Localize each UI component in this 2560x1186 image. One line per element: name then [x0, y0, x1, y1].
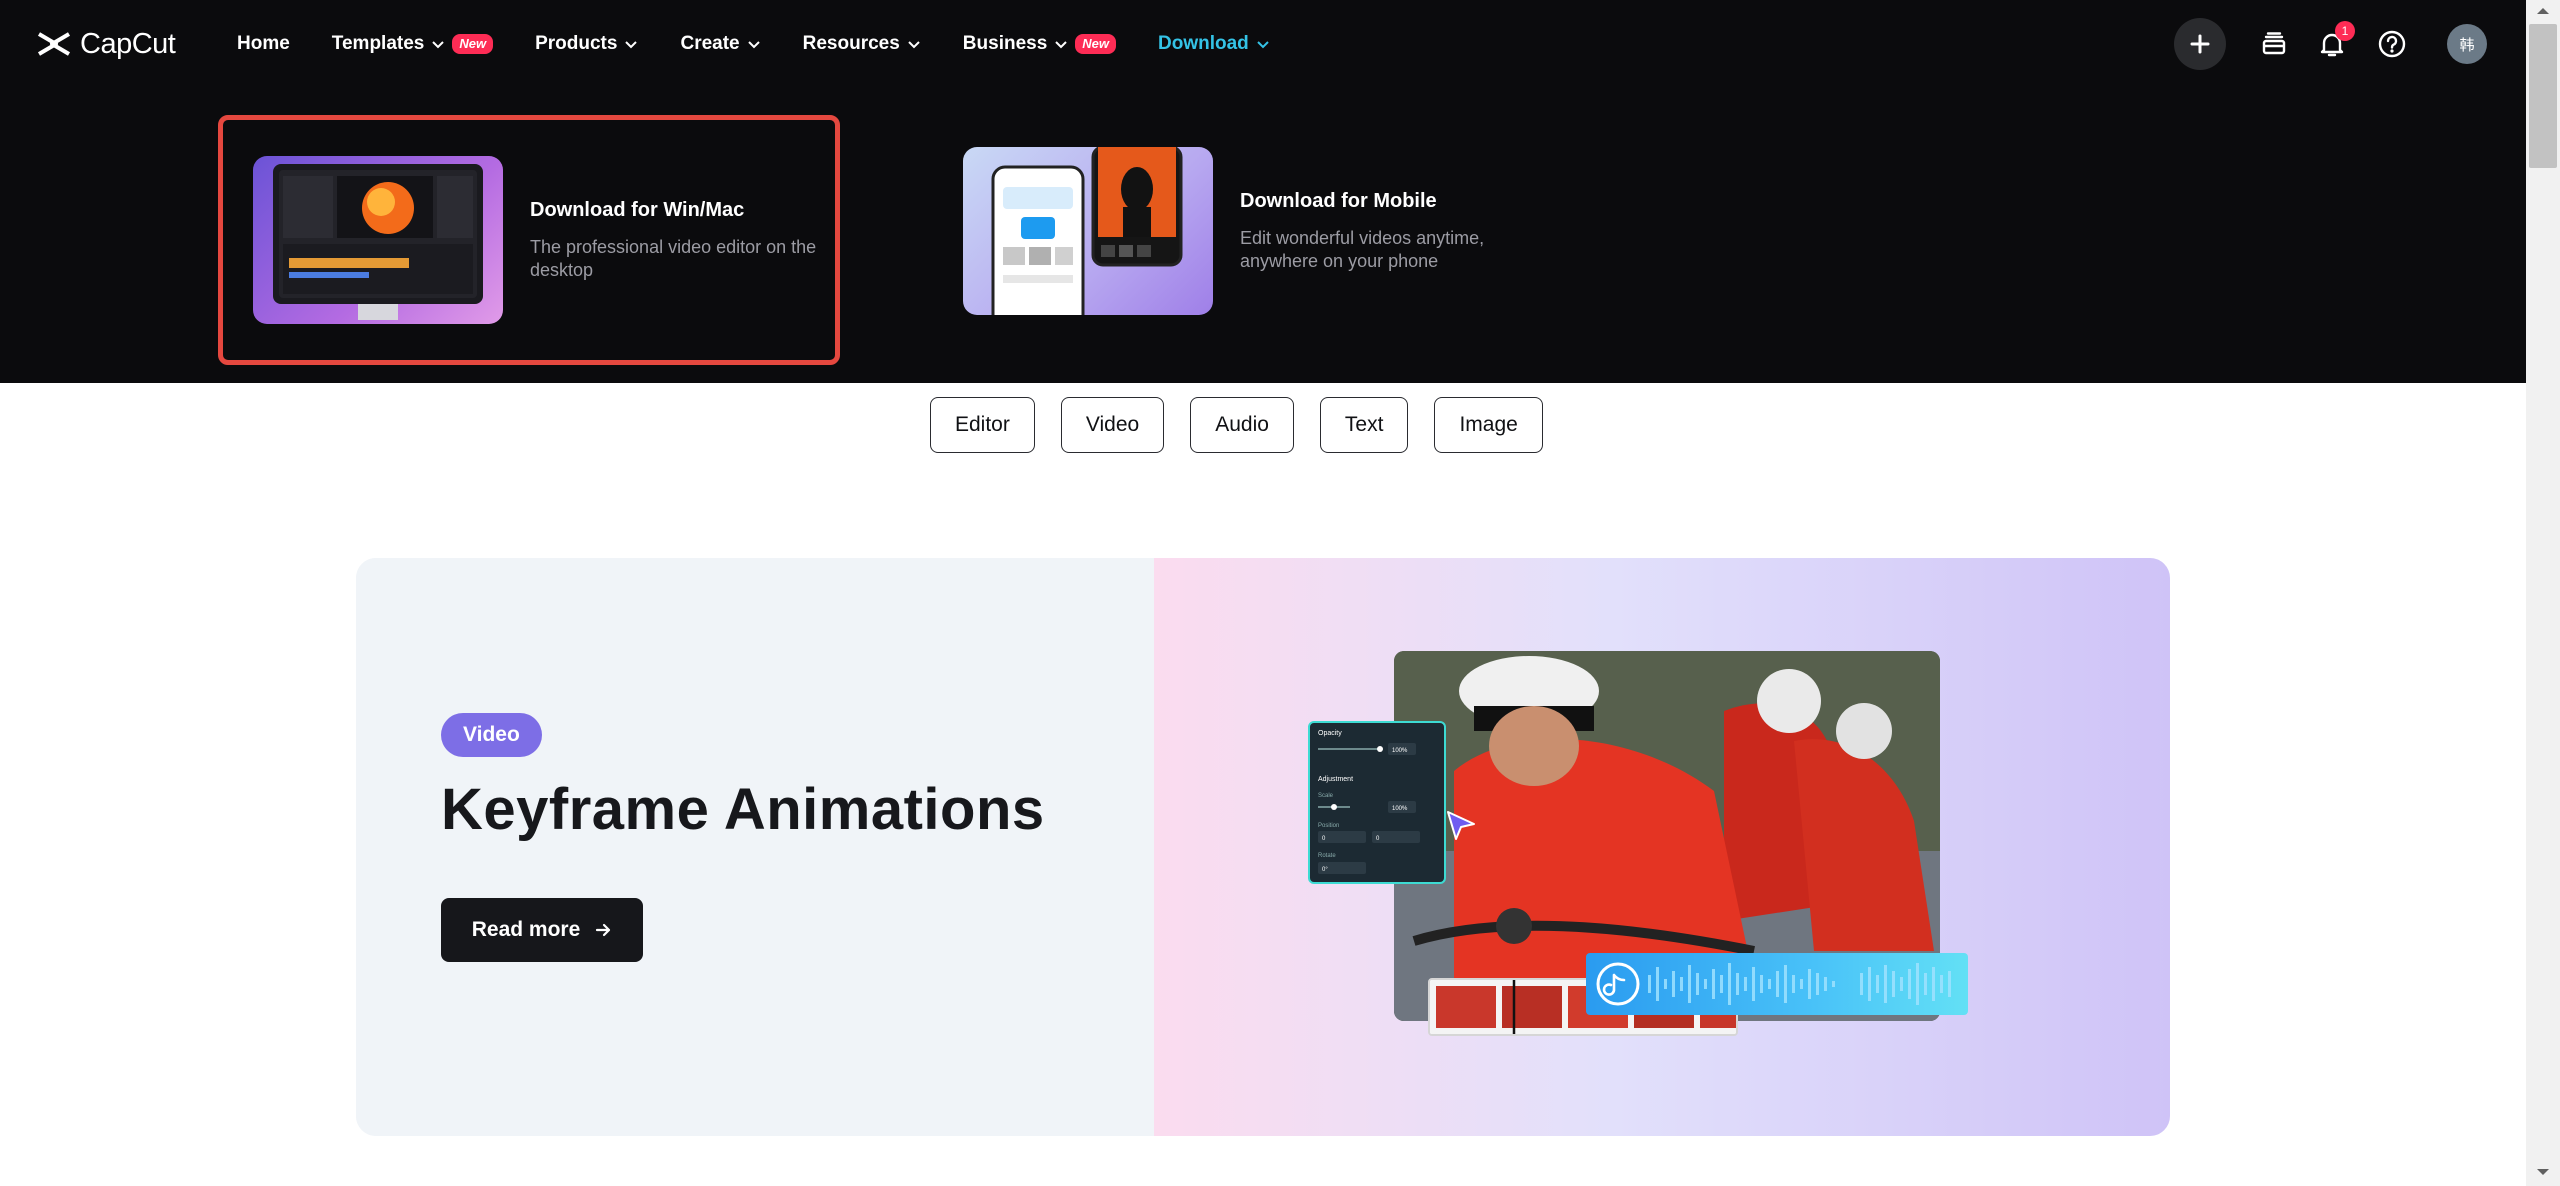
main-nav: Home Templates New Products Create Resou…: [237, 0, 1312, 88]
download-mobile-card[interactable]: Download for Mobile Edit wonderful video…: [963, 147, 1583, 315]
nav-resources-label: Resources: [802, 33, 900, 54]
feature-card: Video Keyframe Animations Read more Opac…: [356, 558, 2170, 1136]
download-mobile-text: Download for Mobile Edit wonderful video…: [1240, 190, 1530, 273]
arrow-right-icon: [596, 923, 611, 937]
nav-create[interactable]: Create: [680, 33, 760, 55]
panel-scale-value: 100%: [1392, 806, 1408, 812]
capcut-logo-icon: [37, 31, 71, 56]
category-tabs: Editor Video Audio Text Image: [930, 397, 1543, 453]
chevron-down-icon: [432, 41, 445, 49]
nav-home-label: Home: [237, 33, 290, 54]
projects-button[interactable]: [2256, 26, 2292, 62]
tab-video[interactable]: Video: [1060, 397, 1165, 453]
feature-text-panel: Video Keyframe Animations Read more: [356, 558, 1154, 1136]
download-win-mac-title: Download for Win/Mac: [530, 198, 745, 221]
cursor-pointer-icon: [1447, 811, 1475, 840]
panel-position-label: Position: [1318, 823, 1339, 829]
nav-home[interactable]: Home: [237, 33, 290, 55]
new-badge: New: [452, 34, 494, 54]
scrollbar-thumb[interactable]: [2529, 24, 2557, 168]
panel-opacity-value: 100%: [1392, 748, 1408, 754]
download-win-mac-desc: The professional video editor on the des…: [530, 236, 817, 280]
download-mobile-desc: Edit wonderful videos anytime, anywhere …: [1240, 227, 1485, 271]
nav-products[interactable]: Products: [535, 33, 638, 55]
read-more-label: Read more: [471, 918, 581, 941]
panel-rotate-value: 0°: [1322, 867, 1328, 873]
plus-icon: [2190, 34, 2210, 54]
stack-icon: [2262, 32, 2286, 55]
panel-scale-label: Scale: [1318, 793, 1334, 799]
nav-templates[interactable]: Templates New: [331, 33, 494, 55]
capcut-logo[interactable]: CapCut: [36, 28, 176, 61]
new-badge: New: [1075, 34, 1117, 54]
brand-name: CapCut: [80, 28, 176, 60]
desktop-preview-image: [253, 156, 503, 324]
create-plus-button[interactable]: [2174, 18, 2226, 70]
tab-image[interactable]: Image: [1434, 397, 1543, 453]
notification-count-badge: 1: [2335, 21, 2355, 41]
help-button[interactable]: [2374, 26, 2410, 62]
category-tag: Video: [441, 713, 542, 757]
chevron-down-icon: [1257, 41, 1269, 49]
help-icon: [2378, 30, 2406, 58]
page-scrollbar[interactable]: [2526, 0, 2560, 1186]
audio-track: [1586, 953, 1968, 1015]
nav-business-label: Business: [962, 33, 1048, 54]
nav-download-label: Download: [1158, 33, 1249, 54]
nav-business[interactable]: Business New: [962, 33, 1117, 55]
top-nav: CapCut Home Templates New Products Creat…: [0, 0, 2526, 88]
scroll-down-arrow-icon[interactable]: [2534, 1165, 2552, 1179]
nav-products-label: Products: [535, 33, 618, 54]
feature-title: Keyframe Animations: [441, 777, 1045, 842]
panel-adjustment-label: Adjustment: [1318, 776, 1353, 783]
nav-create-label: Create: [680, 33, 740, 54]
download-win-mac-card[interactable]: Download for Win/Mac The professional vi…: [218, 115, 840, 365]
read-more-button[interactable]: Read more: [441, 898, 643, 962]
nav-download[interactable]: Download: [1158, 33, 1270, 55]
user-avatar[interactable]: 韩: [2447, 24, 2487, 64]
download-mobile-title: Download for Mobile: [1240, 189, 1437, 212]
tab-audio[interactable]: Audio: [1190, 397, 1294, 453]
chevron-down-icon: [1055, 41, 1067, 49]
keyframe-properties-panel: Opacity 100% Adjustment Scale 100% Posit…: [1308, 721, 1446, 884]
chevron-down-icon: [747, 41, 760, 49]
tab-editor[interactable]: Editor: [930, 397, 1035, 453]
tab-text[interactable]: Text: [1319, 397, 1409, 453]
panel-opacity-label: Opacity: [1318, 730, 1342, 737]
feature-visual-panel: Opacity 100% Adjustment Scale 100% Posit…: [1154, 558, 2170, 1136]
nav-templates-label: Templates: [331, 33, 425, 54]
mobile-preview-image: [963, 147, 1213, 315]
scroll-up-arrow-icon[interactable]: [2534, 4, 2552, 18]
download-win-mac-text: Download for Win/Mac The professional vi…: [530, 199, 820, 282]
chevron-down-icon: [625, 41, 638, 49]
chevron-down-icon: [908, 41, 920, 49]
nav-resources[interactable]: Resources: [803, 33, 921, 55]
panel-rotate-label: Rotate: [1318, 853, 1336, 859]
